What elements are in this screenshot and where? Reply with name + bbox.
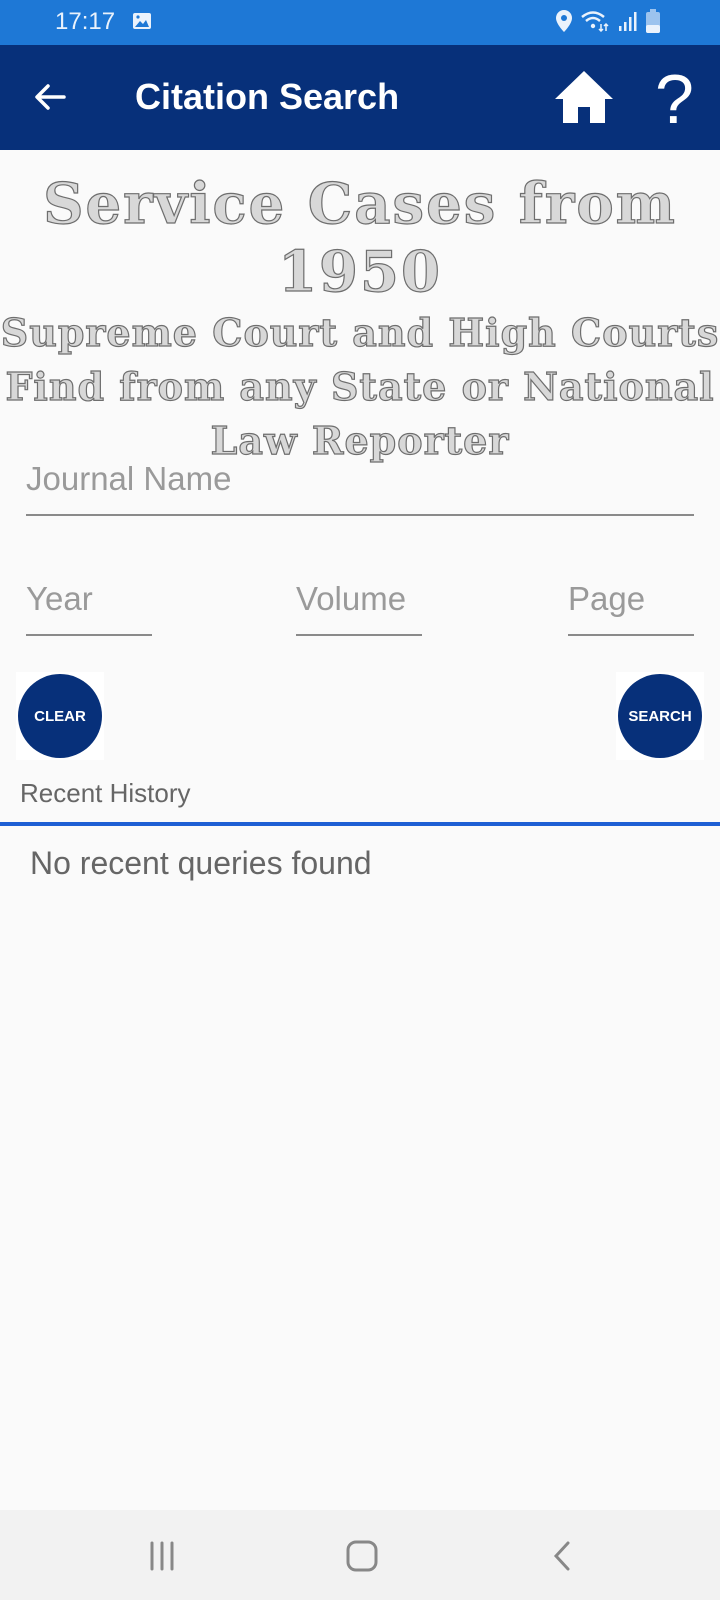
- volume-input[interactable]: [296, 580, 422, 618]
- volume-field: [296, 580, 422, 636]
- battery-icon: [646, 9, 660, 33]
- history-divider: [0, 822, 720, 826]
- empty-history-message: No recent queries found: [30, 845, 372, 881]
- journal-name-input[interactable]: [26, 460, 694, 498]
- search-button[interactable]: SEARCH: [616, 672, 704, 760]
- status-bar: 17:17: [0, 0, 720, 45]
- system-nav-bar: [0, 1510, 720, 1600]
- recent-apps-icon[interactable]: [148, 1540, 178, 1572]
- search-button-label: SEARCH: [618, 674, 702, 758]
- wifi-icon: [581, 11, 609, 32]
- page-input[interactable]: [568, 580, 694, 618]
- status-icons: [556, 9, 660, 33]
- banner-line-1: Service Cases from 1950: [42, 170, 677, 305]
- gallery-icon: [133, 13, 151, 29]
- back-arrow-icon[interactable]: [30, 77, 70, 117]
- year-field: [26, 580, 152, 636]
- clear-button[interactable]: CLEAR: [16, 672, 104, 760]
- back-nav-icon[interactable]: [552, 1540, 572, 1572]
- app-bar: Citation Search ?: [0, 45, 720, 150]
- journal-name-field: [26, 460, 694, 516]
- banner-line-3: Find from any State or National: [5, 363, 715, 409]
- page-field: [568, 580, 694, 636]
- signal-icon: [619, 12, 637, 31]
- year-input[interactable]: [26, 580, 152, 618]
- recent-history-label: Recent History: [20, 778, 191, 808]
- help-icon[interactable]: ?: [655, 59, 694, 139]
- banner: Service Cases from 1950 Supreme Court an…: [0, 170, 720, 468]
- location-icon: [556, 10, 572, 32]
- home-icon[interactable]: [553, 69, 615, 125]
- page-title: Citation Search: [135, 76, 400, 117]
- banner-line-2: Supreme Court and High Courts: [0, 309, 720, 355]
- home-nav-icon[interactable]: [346, 1540, 378, 1572]
- clear-button-label: CLEAR: [18, 674, 102, 758]
- status-time: 17:17: [55, 8, 116, 35]
